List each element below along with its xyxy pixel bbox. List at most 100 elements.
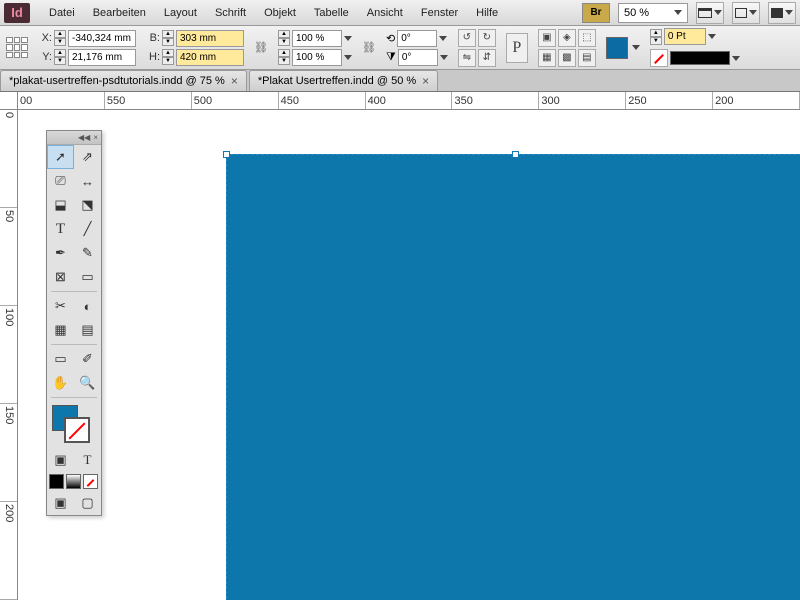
dropdown-icon[interactable] — [708, 34, 716, 39]
sy-spinner[interactable]: ▲▼ — [278, 49, 290, 65]
collapse-icon[interactable]: ◀◀ — [78, 133, 90, 142]
dropdown-icon[interactable] — [344, 55, 352, 60]
dropdown-icon[interactable] — [440, 55, 448, 60]
center-content-icon[interactable]: ▤ — [578, 49, 596, 67]
pen-tool[interactable]: ✒ — [47, 241, 74, 265]
fill-stroke-swatches[interactable] — [50, 403, 98, 445]
menu-type[interactable]: Schrift — [206, 7, 255, 19]
select-prev-icon[interactable]: ⬚ — [578, 29, 596, 47]
menu-bar: Id Datei Bearbeiten Layout Schrift Objek… — [0, 0, 800, 26]
selected-rectangle[interactable] — [226, 154, 800, 600]
fit-content-icon[interactable]: ▦ — [538, 49, 556, 67]
rectangle-frame-tool[interactable]: ⊠ — [47, 265, 74, 289]
gradient-swatch-tool[interactable]: ▦ — [47, 318, 74, 342]
dropdown-icon[interactable] — [344, 36, 352, 41]
page-tool[interactable]: ⎚ — [47, 169, 74, 193]
gap-tool[interactable]: ↔ — [74, 169, 101, 193]
panel-header[interactable]: ◀◀× — [47, 131, 101, 145]
zoom-level-dropdown[interactable]: 50 % — [618, 3, 688, 23]
document-tab[interactable]: *Plakat Usertreffen.indd @ 50 % × — [249, 70, 438, 91]
x-spinner[interactable]: ▲▼ — [54, 30, 66, 46]
type-tool[interactable]: T — [47, 217, 74, 241]
scale-link-icon[interactable]: ⛓ — [362, 33, 376, 63]
free-transform-tool[interactable]: ◐ — [74, 294, 101, 318]
menu-edit[interactable]: Bearbeiten — [84, 7, 155, 19]
y-position-input[interactable] — [68, 49, 136, 66]
character-panel-icon[interactable]: P — [506, 33, 528, 63]
y-spinner[interactable]: ▲▼ — [54, 49, 66, 65]
resize-handle-n[interactable] — [512, 151, 519, 158]
select-content-icon[interactable]: ◈ — [558, 29, 576, 47]
sx-spinner[interactable]: ▲▼ — [278, 30, 290, 46]
rotate-cw-icon[interactable]: ↻ — [478, 29, 496, 47]
eyedropper-tool[interactable]: ✐ — [74, 347, 101, 371]
dropdown-icon[interactable] — [732, 56, 740, 61]
horizontal-ruler[interactable]: 00550500450400350300250200 — [18, 92, 800, 110]
tools-panel[interactable]: ◀◀× ➚ ⇗ ⎚ ↔ ⬓ ⬔ T ╱ ✒ ✎ ⊠ ▭ ✂ ◐ — [46, 130, 102, 516]
rotate-ccw-icon[interactable]: ↺ — [458, 29, 476, 47]
menu-view[interactable]: Ansicht — [358, 7, 412, 19]
close-icon[interactable]: × — [93, 133, 98, 142]
content-placer-tool[interactable]: ⬔ — [74, 193, 101, 217]
arrange-docs-button[interactable] — [732, 2, 760, 24]
flip-v-icon[interactable]: ⇵ — [478, 49, 496, 67]
bridge-button[interactable]: Br — [582, 3, 610, 23]
ruler-origin[interactable] — [0, 92, 18, 110]
fill-color-swatch[interactable] — [606, 37, 628, 59]
menu-layout[interactable]: Layout — [155, 7, 206, 19]
close-icon[interactable]: × — [231, 74, 238, 88]
shear-input[interactable] — [398, 49, 438, 66]
line-tool[interactable]: ╱ — [74, 217, 101, 241]
note-tool[interactable]: ▭ — [47, 347, 74, 371]
selection-tool[interactable]: ➚ — [47, 145, 74, 169]
menu-table[interactable]: Tabelle — [305, 7, 358, 19]
stroke-none-swatch[interactable] — [650, 49, 668, 67]
gradient-feather-tool[interactable]: ▤ — [74, 318, 101, 342]
resize-handle-nw[interactable] — [223, 151, 230, 158]
screen-mode-button[interactable] — [696, 2, 724, 24]
dropdown-icon[interactable] — [439, 36, 447, 41]
scissors-tool[interactable]: ✂ — [47, 294, 74, 318]
pencil-tool[interactable]: ✎ — [74, 241, 101, 265]
flip-h-icon[interactable]: ⇋ — [458, 49, 476, 67]
stroke-swatch[interactable] — [64, 417, 90, 443]
workspace-button[interactable] — [768, 2, 796, 24]
menu-help[interactable]: Hilfe — [467, 7, 507, 19]
menu-object[interactable]: Objekt — [255, 7, 305, 19]
normal-view-mode[interactable]: ▣ — [47, 491, 74, 515]
fit-frame-icon[interactable]: ▩ — [558, 49, 576, 67]
scale-x-input[interactable] — [292, 30, 342, 47]
vertical-ruler[interactable]: 050100150200 — [0, 110, 18, 600]
rotation-input[interactable] — [397, 30, 437, 47]
stroke-style-dropdown[interactable] — [670, 51, 730, 65]
fill-dropdown-icon[interactable] — [632, 45, 640, 50]
zoom-tool[interactable]: 🔍 — [74, 371, 101, 395]
scale-y-input[interactable] — [292, 49, 342, 66]
apply-color-black[interactable] — [49, 474, 64, 489]
preview-mode[interactable]: ▢ — [74, 491, 101, 515]
stroke-weight-input[interactable]: 0 Pt — [664, 28, 706, 45]
menu-window[interactable]: Fenster — [412, 7, 467, 19]
direct-selection-tool[interactable]: ⇗ — [74, 145, 101, 169]
select-container-icon[interactable]: ▣ — [538, 29, 556, 47]
close-icon[interactable]: × — [422, 74, 429, 88]
menu-file[interactable]: Datei — [40, 7, 84, 19]
document-tab[interactable]: *plakat-usertreffen-psdtutorials.indd @ … — [0, 70, 247, 91]
stroke-spinner[interactable]: ▲▼ — [650, 29, 662, 45]
rectangle-tool[interactable]: ▭ — [74, 265, 101, 289]
canvas[interactable]: ✋ ◀◀× ➚ ⇗ ⎚ ↔ ⬓ ⬔ T ╱ ✒ ✎ ⊠ ▭ — [18, 110, 800, 600]
formatting-container-icon[interactable]: ▣ — [47, 448, 74, 472]
apply-none[interactable] — [83, 474, 98, 489]
w-spinner[interactable]: ▲▼ — [162, 30, 174, 46]
content-collector-tool[interactable]: ⬓ — [47, 193, 74, 217]
width-input[interactable] — [176, 30, 244, 47]
hand-tool[interactable]: ✋ — [47, 371, 74, 395]
x-position-input[interactable] — [68, 30, 136, 47]
height-input[interactable] — [176, 49, 244, 66]
reference-point-grid[interactable] — [6, 37, 28, 59]
constrain-proportions-icon[interactable]: ⛓ — [254, 33, 268, 63]
apply-gradient[interactable] — [66, 474, 81, 489]
document-tab-bar: *plakat-usertreffen-psdtutorials.indd @ … — [0, 70, 800, 92]
formatting-text-icon[interactable]: T — [74, 448, 101, 472]
h-spinner[interactable]: ▲▼ — [162, 49, 174, 65]
